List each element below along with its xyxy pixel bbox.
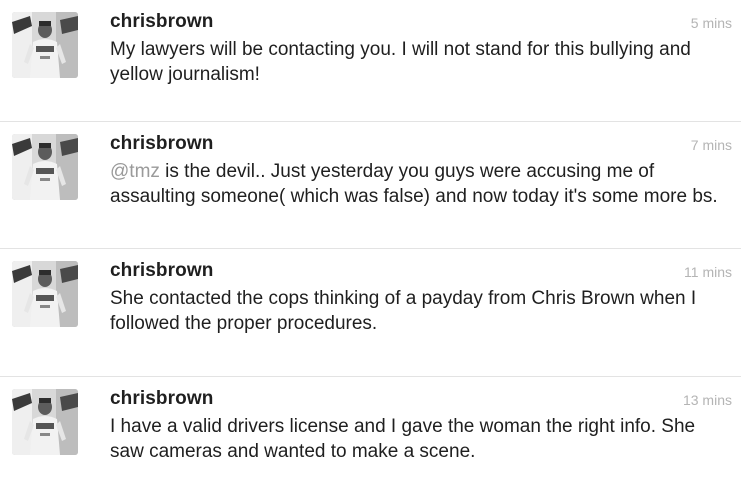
username[interactable]: chrisbrown (110, 388, 213, 410)
avatar[interactable] (12, 261, 78, 327)
tweet-item[interactable]: chrisbrown 5 mins My lawyers will be con… (0, 0, 741, 122)
user-photo-icon (12, 12, 78, 78)
tweet-item[interactable]: chrisbrown 7 mins @tmz is the devil.. Ju… (0, 122, 741, 249)
user-photo-icon (12, 134, 78, 200)
timestamp[interactable]: 7 mins (691, 137, 732, 153)
username[interactable]: chrisbrown (110, 11, 213, 33)
timestamp[interactable]: 13 mins (683, 392, 732, 408)
username[interactable]: chrisbrown (110, 260, 213, 282)
user-photo-icon (12, 389, 78, 455)
tweet-text: My lawyers will be contacting you. I wil… (110, 39, 691, 85)
tweet-item[interactable]: chrisbrown 11 mins She contacted the cop… (0, 249, 741, 377)
timestamp[interactable]: 5 mins (691, 15, 732, 31)
tweet-feed: chrisbrown 5 mins My lawyers will be con… (0, 0, 741, 486)
tweet-text-body: is the devil.. Just yesterday you guys w… (110, 161, 718, 207)
tweet-text: She contacted the cops thinking of a pay… (110, 288, 697, 334)
tweet-item[interactable]: chrisbrown 13 mins I have a valid driver… (0, 377, 741, 486)
avatar[interactable] (12, 134, 78, 200)
mention-link[interactable]: @tmz (110, 161, 160, 182)
avatar[interactable] (12, 12, 78, 78)
username[interactable]: chrisbrown (110, 133, 213, 155)
timestamp[interactable]: 11 mins (684, 264, 732, 280)
avatar[interactable] (12, 389, 78, 455)
tweet-text: I have a valid drivers license and I gav… (110, 416, 696, 462)
user-photo-icon (12, 261, 78, 327)
tweet-text: @tmz is the devil.. Just yesterday you g… (110, 159, 720, 209)
